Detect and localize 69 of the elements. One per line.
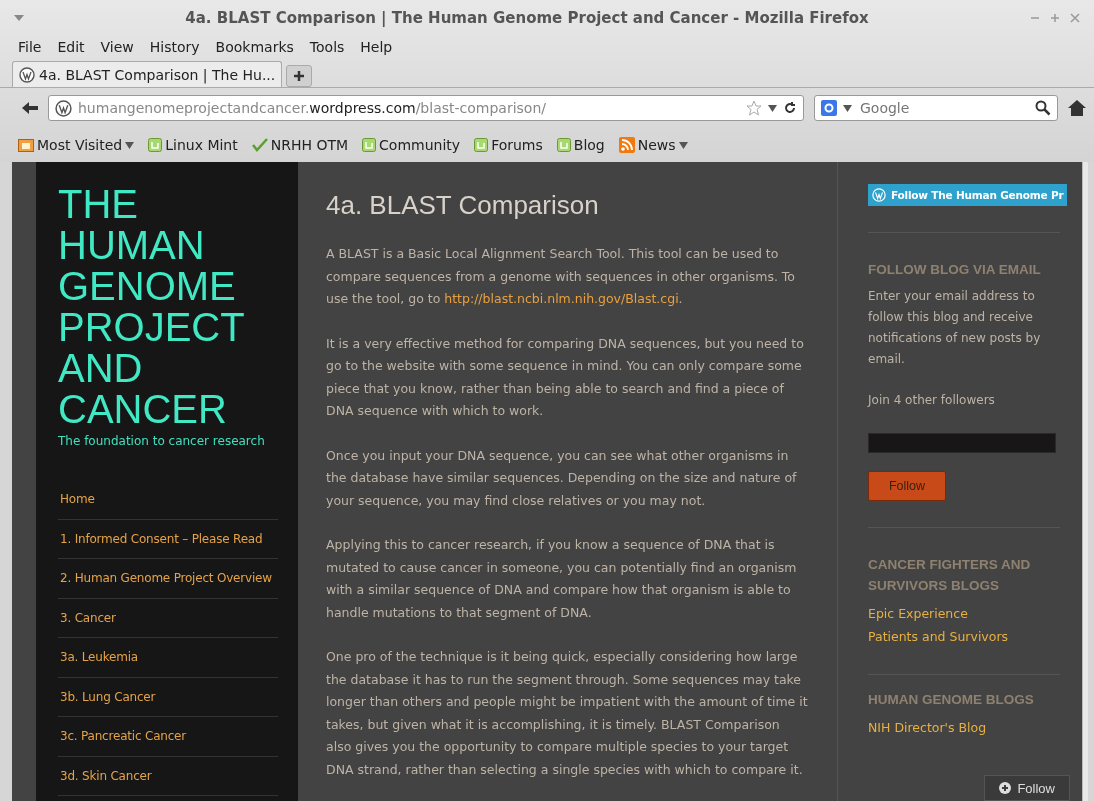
bookmark-item[interactable]: Most Visited bbox=[18, 137, 135, 153]
followers-count: Join 4 other followers bbox=[868, 392, 996, 409]
star-icon[interactable] bbox=[746, 100, 762, 116]
nav-link[interactable]: 1. Informed Consent – Please Read bbox=[58, 519, 278, 559]
email-field[interactable] bbox=[868, 433, 1056, 453]
google-icon bbox=[821, 100, 837, 116]
checkmark-icon bbox=[251, 138, 268, 152]
plus-icon bbox=[294, 71, 305, 81]
bookmark-item[interactable]: Forums bbox=[474, 137, 543, 153]
blog-link[interactable]: NIH Director's Blog bbox=[868, 716, 1074, 739]
menu-item[interactable]: Bookmarks bbox=[207, 39, 302, 55]
blog-link[interactable]: Patients and Survivors bbox=[868, 625, 1074, 648]
back-arrow-icon[interactable] bbox=[22, 101, 38, 115]
site-tagline: The foundation to cancer research bbox=[58, 434, 266, 448]
nav-link[interactable]: 3b. Lung Cancer bbox=[58, 677, 278, 717]
widget-text: Enter your email address to follow this blog and receive notifications of new posts by email. bbox=[868, 288, 1042, 368]
maximize-icon[interactable] bbox=[1050, 13, 1060, 23]
home-icon[interactable] bbox=[1068, 100, 1086, 116]
bookmark-item[interactable]: News bbox=[618, 137, 688, 153]
close-icon[interactable] bbox=[1070, 13, 1080, 23]
leaf-icon bbox=[148, 138, 163, 152]
window-menu-icon[interactable] bbox=[14, 15, 24, 21]
nav-link[interactable]: 3c. Pancreatic Cancer bbox=[58, 717, 278, 757]
search-icon[interactable] bbox=[1035, 100, 1051, 116]
bookmark-item[interactable]: Blog bbox=[556, 137, 605, 153]
bookmark-item[interactable]: Community bbox=[362, 137, 461, 153]
leaf-icon bbox=[474, 138, 489, 152]
reload-icon[interactable] bbox=[783, 101, 797, 115]
wordpress-icon bbox=[872, 188, 886, 202]
nav-link[interactable]: 3. Cancer bbox=[58, 598, 278, 638]
menu-item[interactable]: History bbox=[141, 39, 208, 55]
menu-item[interactable]: Edit bbox=[49, 39, 93, 55]
nav-link[interactable]: 3a. Leukemia bbox=[58, 638, 278, 678]
caret-icon bbox=[843, 104, 852, 112]
leaf-icon bbox=[362, 138, 377, 152]
bookmark-item[interactable]: NRHH OTM bbox=[251, 137, 349, 153]
browser-tab[interactable]: 4a. BLAST Comparison | The Hu... bbox=[12, 61, 283, 87]
leaf-icon bbox=[556, 138, 571, 152]
menu-item[interactable]: Help bbox=[352, 39, 401, 55]
post-paragraph: One pro of the technique is it being quick, especially considering how large the database it has to run the segment through. Some sequences may take longer than others and people might be impatient with the amount of time it takes, but given what it is accomplishing, it is timely. BLAST Comparison also gives you the opportunity to compare multiple species to your target DNA strand, rather than selecting a single species with which to compare it. bbox=[326, 648, 809, 779]
folder-icon bbox=[18, 138, 34, 152]
menu-item[interactable]: File bbox=[10, 39, 50, 55]
caret-icon bbox=[768, 104, 777, 112]
post-title: 4a. BLAST Comparison bbox=[326, 190, 600, 221]
nav-link[interactable]: Home bbox=[58, 480, 278, 520]
post-paragraph: Applying this to cancer research, if you know a sequence of DNA that is mutated to cause cancer in someone, you can potentially find an organism with a similar sequence of DNA and compare how that organism is able to handle mutations to that segment of DNA. bbox=[326, 536, 798, 622]
address-field[interactable]: humangenomeprojectandcancer.wordpress.com/blast-comparison/ bbox=[48, 95, 804, 121]
widget-heading: CANCER FIGHTERS AND SURVIVORS BLOGS bbox=[868, 556, 1032, 595]
post-paragraph: Once you input your DNA sequence, you can see what other organisms in the database have similar sequences. Depending on the size and nature of your sequence, you may find close relatives or you may not. bbox=[326, 446, 798, 510]
widget-heading: HUMAN GENOME BLOGS bbox=[868, 691, 1035, 709]
blog-link[interactable]: Epic Experience bbox=[868, 602, 1074, 625]
menu-item[interactable]: Tools bbox=[301, 39, 353, 55]
rss-icon bbox=[618, 137, 635, 153]
window-title: 4a. BLAST Comparison | The Human Genome Project and Cancer - Mozilla Firefox bbox=[184, 9, 870, 27]
menu-item[interactable]: View bbox=[92, 39, 142, 55]
wordpress-icon bbox=[19, 66, 35, 83]
follow-bar-button[interactable]: Follow bbox=[984, 775, 1070, 801]
post-paragraph: It is a very effective method for comparing DNA sequences, but you need to go to the website with some sequence in mind. You can only compare some piece that you know, rather than being able to search and find a piece of DNA sequence with which to work. bbox=[326, 334, 805, 420]
plus-icon bbox=[999, 782, 1012, 794]
wordpress-icon bbox=[55, 99, 72, 117]
nav-link[interactable]: 2. Human Genome Project Overview bbox=[58, 559, 278, 599]
new-tab-button[interactable] bbox=[286, 65, 313, 87]
bookmark-item[interactable]: Linux Mint bbox=[148, 137, 238, 153]
blast-link[interactable]: http://blast.ncbi.nlm.nih.gov/Blast.cgi bbox=[444, 291, 679, 306]
search-box[interactable]: Google bbox=[814, 95, 1058, 121]
nav-link[interactable]: 3d. Skin Cancer bbox=[58, 756, 278, 796]
post-paragraph: A BLAST is a Basic Local Alignment Search Tool. This tool can be used to compare sequences from a genome with sequences in other organisms. To use the tool, go to http://blast.ncbi.nlm.nih.gov/Blast.cgi. bbox=[326, 245, 796, 308]
site-title[interactable]: THE HUMAN GENOME PROJECT AND CANCER bbox=[58, 184, 278, 430]
widget-heading: FOLLOW BLOG VIA EMAIL bbox=[868, 261, 1042, 279]
